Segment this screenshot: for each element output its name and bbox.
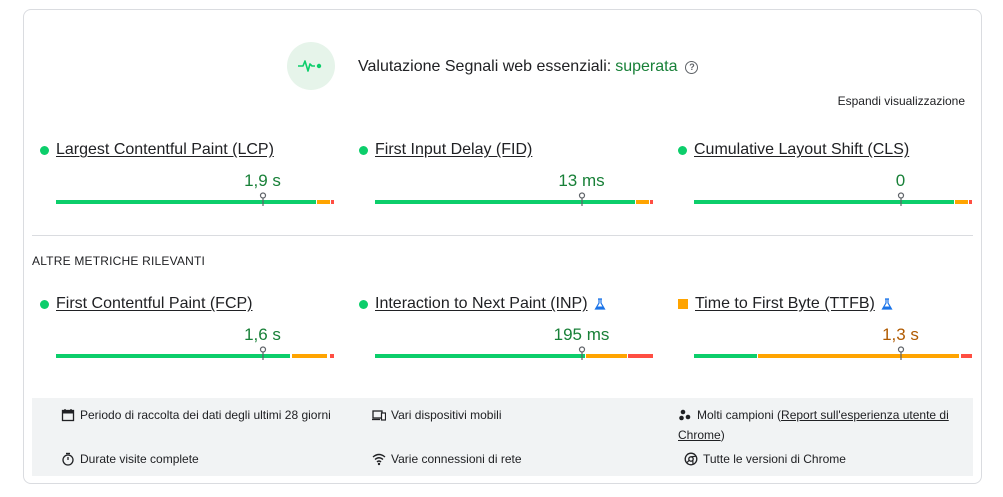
experimental-flask-icon	[593, 298, 606, 310]
distribution-bar	[56, 192, 334, 206]
good-segment	[56, 354, 290, 358]
metric-value: 195 ms	[553, 325, 610, 344]
metric-title-row: Largest Contentful Paint (LCP)	[40, 141, 274, 159]
core-metric-0: Largest Contentful Paint (LCP) 1,9 s	[40, 141, 334, 211]
metric-value: 1,3 s	[882, 325, 919, 344]
devices-icon	[372, 410, 386, 421]
good-segment	[694, 200, 954, 204]
average-status-square-icon	[678, 299, 688, 309]
poor-segment	[960, 354, 972, 358]
footer-period: Periodo di raccolta dei dati degli ultim…	[61, 405, 331, 425]
metric-value: 1,9 s	[244, 171, 281, 190]
expand-view-button[interactable]: Espandi visualizzazione	[838, 94, 965, 108]
percentile-marker-icon	[897, 346, 904, 360]
metric-title-row: Cumulative Layout Shift (CLS)	[678, 141, 909, 159]
needs-improvement-segment	[636, 200, 649, 204]
metric-value: 13 ms	[558, 171, 605, 190]
samples-icon	[679, 409, 691, 421]
metric-name-link[interactable]: Time to First Byte (TTFB)	[695, 295, 875, 313]
footer-durations: Durate visite complete	[61, 449, 199, 469]
footer-connections: Varie connessioni di rete	[372, 449, 522, 469]
footer-devices: Vari dispositivi mobili	[372, 405, 501, 425]
good-status-dot-icon	[678, 145, 687, 155]
metric-name-link[interactable]: Largest Contentful Paint (LCP)	[56, 141, 274, 159]
poor-segment	[627, 354, 653, 358]
data-info-footer: Periodo di raccolta dei dati degli ultim…	[32, 398, 973, 476]
metric-title-row: Interaction to Next Paint (INP)	[359, 295, 606, 313]
good-segment	[375, 200, 635, 204]
footer-versions: Tutte le versioni di Chrome	[684, 449, 846, 469]
good-status-dot-icon	[40, 299, 49, 309]
section-divider	[32, 235, 973, 236]
metric-name-link[interactable]: Interaction to Next Paint (INP)	[375, 295, 588, 313]
distribution-bar	[694, 346, 972, 360]
timer-icon	[62, 452, 74, 466]
metric-title-row: First Input Delay (FID)	[359, 141, 532, 159]
metric-value: 1,6 s	[244, 325, 281, 344]
percentile-marker-icon	[259, 192, 266, 206]
distribution-bar	[375, 346, 653, 360]
poor-segment	[329, 354, 334, 358]
other-metric-1: Interaction to Next Paint (INP) 195 ms	[359, 295, 653, 365]
help-icon[interactable]: ?	[685, 60, 699, 74]
metric-name-link[interactable]: First Contentful Paint (FCP)	[56, 295, 253, 313]
good-status-dot-icon	[359, 299, 368, 309]
wifi-icon	[372, 453, 386, 466]
needs-improvement-segment	[317, 200, 330, 204]
other-metric-2: Time to First Byte (TTFB) 1,3 s	[678, 295, 972, 365]
needs-improvement-segment	[292, 354, 328, 358]
calendar-icon	[61, 409, 75, 422]
percentile-marker-icon	[578, 346, 585, 360]
metric-value: 0	[895, 171, 906, 190]
good-status-dot-icon	[359, 145, 368, 155]
poor-segment	[650, 200, 653, 204]
metric-name-link[interactable]: Cumulative Layout Shift (CLS)	[694, 141, 909, 159]
core-metric-1: First Input Delay (FID) 13 ms	[359, 141, 653, 211]
core-metric-2: Cumulative Layout Shift (CLS) 0	[678, 141, 972, 211]
percentile-marker-icon	[578, 192, 585, 206]
good-segment	[375, 354, 585, 358]
assessment-title: Valutazione Segnali web essenziali: supe…	[358, 58, 699, 76]
metric-name-link[interactable]: First Input Delay (FID)	[375, 141, 532, 159]
chrome-icon	[684, 452, 698, 466]
distribution-bar	[56, 346, 334, 360]
metric-title-row: Time to First Byte (TTFB)	[678, 295, 893, 313]
percentile-marker-icon	[897, 192, 904, 206]
percentile-marker-icon	[259, 346, 266, 360]
experimental-flask-icon	[881, 298, 893, 310]
needs-improvement-segment	[955, 200, 968, 204]
poor-segment	[969, 200, 972, 204]
pulse-icon	[287, 42, 335, 90]
needs-improvement-segment	[586, 354, 627, 358]
assessment-status: superata	[615, 58, 678, 75]
distribution-bar	[694, 192, 972, 206]
needs-improvement-segment	[757, 354, 960, 358]
distribution-bar	[375, 192, 653, 206]
good-segment	[56, 200, 316, 204]
other-metric-0: First Contentful Paint (FCP) 1,6 s	[40, 295, 334, 365]
metric-title-row: First Contentful Paint (FCP)	[40, 295, 253, 313]
cwv-card: Valutazione Segnali web essenziali: supe…	[23, 9, 982, 484]
assessment-label: Valutazione Segnali web essenziali:	[358, 58, 612, 75]
footer-samples: Molti campioni (Report sull'esperienza u…	[678, 408, 949, 442]
poor-segment	[331, 200, 334, 204]
good-status-dot-icon	[40, 145, 49, 155]
other-metrics-label: ALTRE METRICHE RILEVANTI	[32, 254, 206, 268]
good-segment	[694, 354, 757, 358]
